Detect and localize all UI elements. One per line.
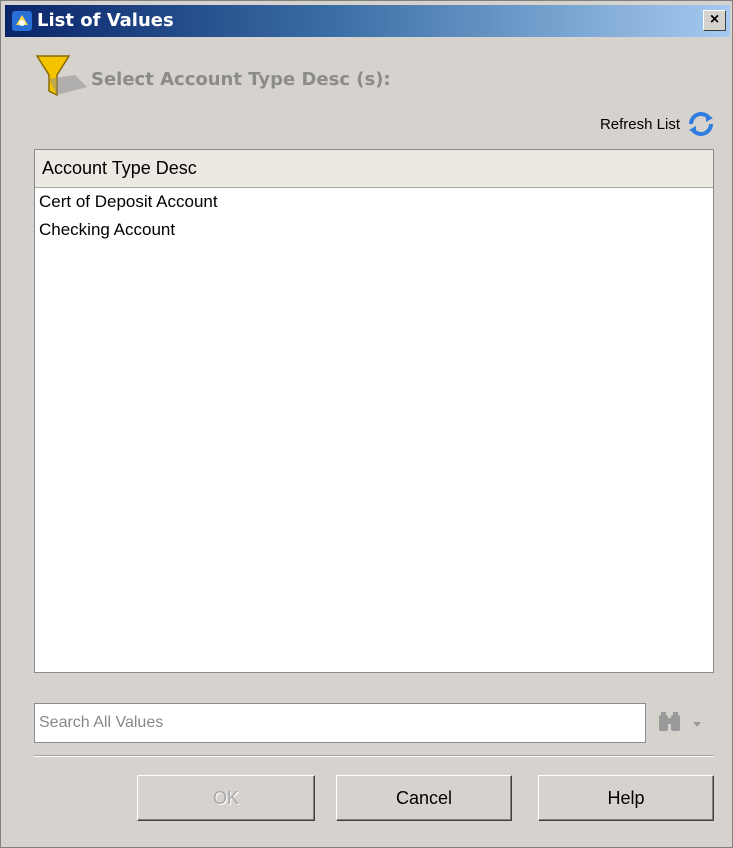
values-list[interactable]: Account Type Desc Cert of Deposit Accoun… — [34, 149, 714, 673]
select-prompt: Select Account Type Desc (s): — [91, 69, 391, 90]
binoculars-icon[interactable] — [655, 707, 707, 739]
window-title: List of Values — [37, 10, 174, 31]
app-icon — [12, 11, 32, 31]
refresh-icon — [689, 112, 713, 136]
list-item[interactable]: Checking Account — [35, 216, 713, 244]
help-button[interactable]: Help — [538, 775, 714, 821]
list-of-values-dialog: List of Values × Select Account Type Des… — [0, 0, 733, 848]
title-bar[interactable]: List of Values × — [5, 5, 730, 37]
separator — [34, 755, 714, 757]
refresh-list-button[interactable]: Refresh List — [600, 111, 716, 137]
search-input[interactable] — [34, 703, 646, 743]
filter-icon — [35, 55, 87, 97]
ok-button[interactable]: OK — [137, 775, 315, 821]
close-button[interactable]: × — [703, 10, 726, 31]
column-header[interactable]: Account Type Desc — [35, 150, 713, 188]
refresh-list-label: Refresh List — [599, 115, 680, 133]
cancel-button[interactable]: Cancel — [336, 775, 512, 821]
list-item[interactable]: Cert of Deposit Account — [35, 188, 713, 216]
